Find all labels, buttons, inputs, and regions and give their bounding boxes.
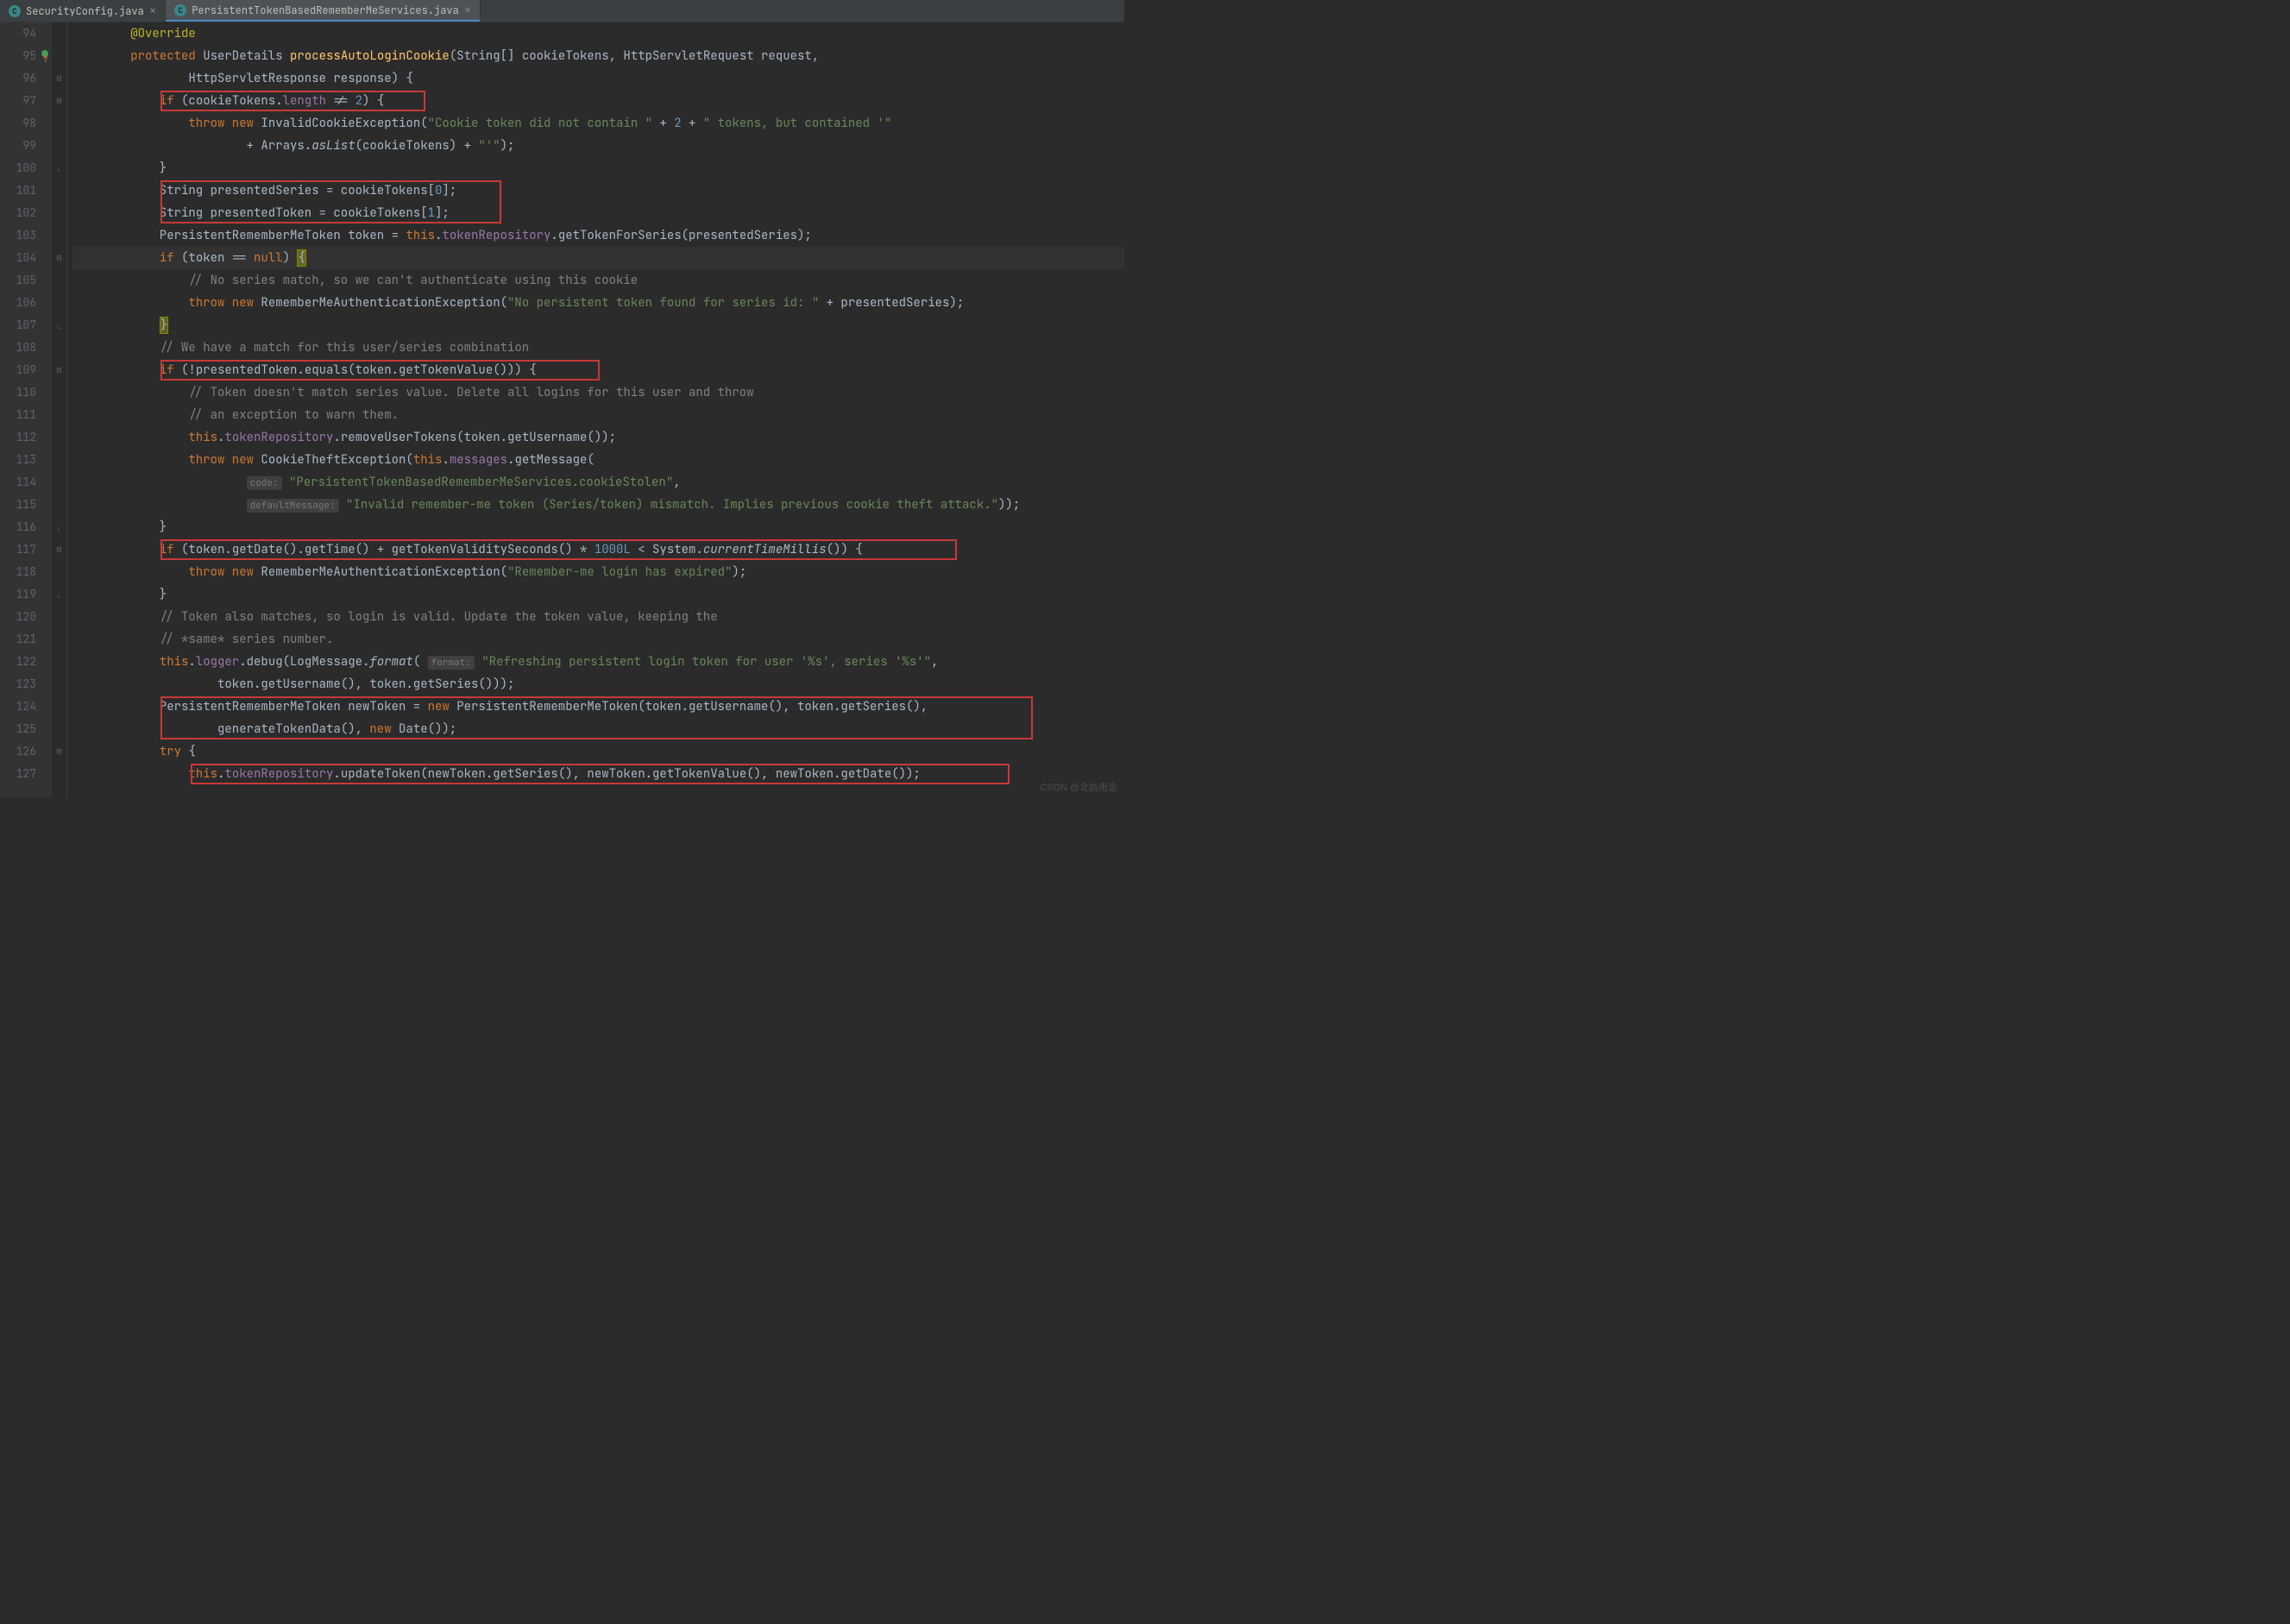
code-line[interactable]: PersistentRememberMeToken token = this.t… bbox=[72, 224, 1124, 247]
line-number: 124 bbox=[0, 696, 36, 718]
code-line[interactable]: this.logger.debug(LogMessage.format( for… bbox=[72, 651, 1124, 673]
line-number: 125 bbox=[0, 718, 36, 740]
editor-tabs: C SecurityConfig.java × C PersistentToke… bbox=[0, 0, 1124, 22]
code-line[interactable]: } bbox=[72, 157, 1124, 179]
code-line[interactable]: generateTokenData(), new Date()); bbox=[72, 718, 1124, 740]
line-number: 103 bbox=[0, 224, 36, 247]
code-line[interactable]: // Token also matches, so login is valid… bbox=[72, 606, 1124, 628]
tab-persistenttoken[interactable]: C PersistentTokenBasedRememberMeServices… bbox=[166, 0, 481, 22]
line-number: 111 bbox=[0, 404, 36, 426]
line-number: 120 bbox=[0, 606, 36, 628]
fold-toggle-icon[interactable]: ⊟ bbox=[52, 359, 66, 381]
code-line[interactable]: throw new RememberMeAuthenticationExcept… bbox=[72, 292, 1124, 314]
code-area[interactable]: @Override protected UserDetails processA… bbox=[67, 22, 1124, 797]
line-number: 110 bbox=[0, 381, 36, 404]
line-number: 96 bbox=[0, 67, 36, 90]
code-line[interactable]: this.tokenRepository.removeUserTokens(to… bbox=[72, 426, 1124, 449]
fold-toggle-icon[interactable]: ⊟ bbox=[52, 538, 66, 561]
up-arrow-icon: ↑ bbox=[43, 48, 48, 71]
tab-securityconfig[interactable]: C SecurityConfig.java × bbox=[0, 0, 166, 22]
line-number: 123 bbox=[0, 673, 36, 696]
fold-column[interactable]: ⊟⊟⌞⊟⌞⊟⌞⊟⌞⊟ bbox=[52, 22, 67, 797]
line-number: 115 bbox=[0, 494, 36, 516]
line-number: 113 bbox=[0, 449, 36, 471]
code-line[interactable]: String presentedToken = cookieTokens[1]; bbox=[72, 202, 1124, 224]
code-line[interactable]: // Token doesn't match series value. Del… bbox=[72, 381, 1124, 404]
fold-end-icon: ⌞ bbox=[52, 157, 66, 179]
fold-end-icon: ⌞ bbox=[52, 516, 66, 538]
code-line[interactable]: try { bbox=[72, 740, 1124, 763]
line-number: 112 bbox=[0, 426, 36, 449]
code-line[interactable]: // an exception to warn them. bbox=[72, 404, 1124, 426]
line-number: 105 bbox=[0, 269, 36, 292]
code-line[interactable]: if (!presentedToken.equals(token.getToke… bbox=[72, 359, 1124, 381]
line-number: 118 bbox=[0, 561, 36, 583]
code-line[interactable]: this.tokenRepository.updateToken(newToke… bbox=[72, 763, 1124, 785]
code-line[interactable]: if (token == null) { bbox=[72, 247, 1124, 269]
line-number: 126 bbox=[0, 740, 36, 763]
close-icon[interactable]: × bbox=[464, 3, 471, 18]
code-editor[interactable]: 9495↑96979899100101102103104105106107108… bbox=[0, 22, 1124, 797]
line-number: 104 bbox=[0, 247, 36, 269]
line-number: 114 bbox=[0, 471, 36, 494]
tab-label: SecurityConfig.java bbox=[26, 4, 144, 18]
code-line[interactable]: defaultMessage: "Invalid remember-me tok… bbox=[72, 494, 1124, 516]
fold-toggle-icon[interactable]: ⊟ bbox=[52, 90, 66, 112]
line-number: 107 bbox=[0, 314, 36, 337]
code-line[interactable]: throw new InvalidCookieException("Cookie… bbox=[72, 112, 1124, 135]
class-icon: C bbox=[174, 4, 186, 16]
line-number: 117 bbox=[0, 538, 36, 561]
line-number: 102 bbox=[0, 202, 36, 224]
fold-end-icon: ⌞ bbox=[52, 583, 66, 606]
code-line[interactable]: } bbox=[72, 314, 1124, 337]
line-number: 116 bbox=[0, 516, 36, 538]
code-line[interactable]: PersistentRememberMeToken newToken = new… bbox=[72, 696, 1124, 718]
fold-end-icon: ⌞ bbox=[52, 314, 66, 337]
code-line[interactable]: // We have a match for this user/series … bbox=[72, 337, 1124, 359]
line-number: 98 bbox=[0, 112, 36, 135]
line-number: 101 bbox=[0, 179, 36, 202]
line-number: 97 bbox=[0, 90, 36, 112]
line-number-gutter: 9495↑96979899100101102103104105106107108… bbox=[0, 22, 52, 797]
line-number: 108 bbox=[0, 337, 36, 359]
code-line[interactable]: protected UserDetails processAutoLoginCo… bbox=[72, 45, 1124, 67]
line-number: 109 bbox=[0, 359, 36, 381]
code-line[interactable]: @Override bbox=[72, 22, 1124, 45]
code-line[interactable]: } bbox=[72, 583, 1124, 606]
tab-label: PersistentTokenBasedRememberMeServices.j… bbox=[192, 3, 459, 17]
line-number: 121 bbox=[0, 628, 36, 651]
line-number: 119 bbox=[0, 583, 36, 606]
fold-toggle-icon[interactable]: ⊟ bbox=[52, 67, 66, 90]
code-line[interactable]: String presentedSeries = cookieTokens[0]… bbox=[72, 179, 1124, 202]
code-line[interactable]: token.getUsername(), token.getSeries()))… bbox=[72, 673, 1124, 696]
line-number: 106 bbox=[0, 292, 36, 314]
line-number: 100 bbox=[0, 157, 36, 179]
code-line[interactable]: } bbox=[72, 516, 1124, 538]
code-line[interactable]: // *same* series number. bbox=[72, 628, 1124, 651]
close-icon[interactable]: × bbox=[149, 3, 156, 19]
code-line[interactable]: + Arrays.asList(cookieTokens) + "'"); bbox=[72, 135, 1124, 157]
line-number: 127 bbox=[0, 763, 36, 785]
line-number: 94 bbox=[0, 22, 36, 45]
code-line[interactable]: throw new CookieTheftException(this.mess… bbox=[72, 449, 1124, 471]
watermark: CSDN @北执南念 bbox=[1041, 780, 1117, 794]
code-line[interactable]: code: "PersistentTokenBasedRememberMeSer… bbox=[72, 471, 1124, 494]
fold-toggle-icon[interactable]: ⊟ bbox=[52, 247, 66, 269]
code-line[interactable]: HttpServletResponse response) { bbox=[72, 67, 1124, 90]
line-number: 95↑ bbox=[0, 45, 36, 67]
code-line[interactable]: throw new RememberMeAuthenticationExcept… bbox=[72, 561, 1124, 583]
fold-toggle-icon[interactable]: ⊟ bbox=[52, 740, 66, 763]
code-line[interactable]: if (token.getDate().getTime() + getToken… bbox=[72, 538, 1124, 561]
code-line[interactable]: if (cookieTokens.length != 2) { bbox=[72, 90, 1124, 112]
class-icon: C bbox=[9, 5, 21, 17]
code-line[interactable]: // No series match, so we can't authenti… bbox=[72, 269, 1124, 292]
line-number: 99 bbox=[0, 135, 36, 157]
line-number: 122 bbox=[0, 651, 36, 673]
